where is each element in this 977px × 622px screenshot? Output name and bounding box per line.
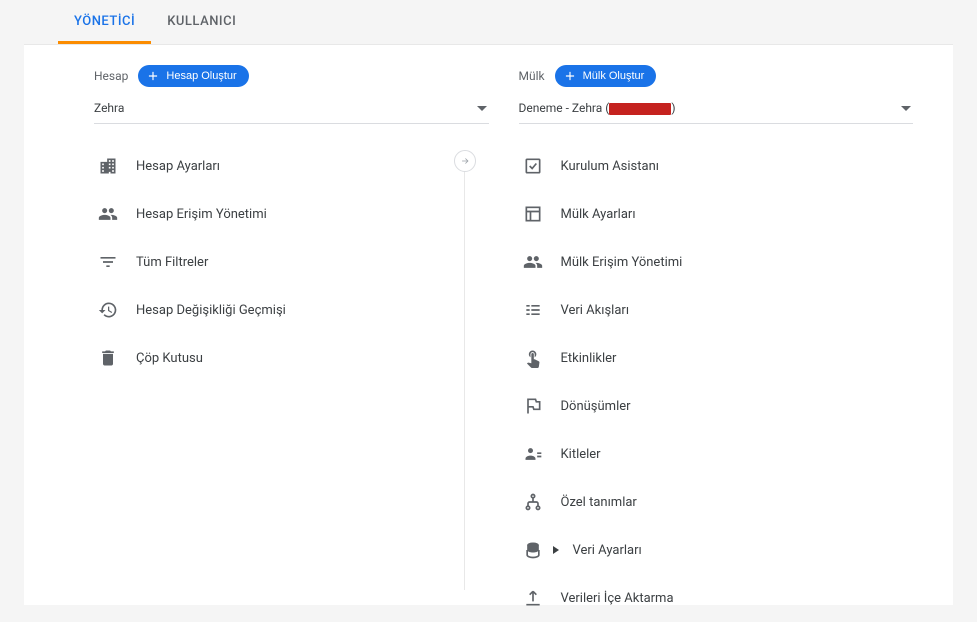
account-menu: Hesap Ayarları Hesap Erişim Yönetimi Tüm…	[94, 142, 489, 382]
menu-label: Etkinlikler	[561, 351, 617, 366]
layout-icon	[523, 204, 543, 224]
caret-down-icon	[477, 106, 487, 111]
events-item[interactable]: Etkinlikler	[519, 334, 914, 382]
menu-label: Kitleler	[561, 447, 601, 462]
filter-icon	[98, 252, 118, 272]
account-label: Hesap	[94, 69, 128, 83]
tab-bar: YÖNETİCİ KULLANICI	[24, 0, 953, 45]
menu-label: Kurulum Asistanı	[561, 159, 659, 174]
account-header: Hesap Hesap Oluştur	[94, 65, 489, 87]
main-panel: Hesap Hesap Oluştur Zehra Hesap Ayarları	[24, 45, 953, 605]
checkbox-icon	[523, 156, 543, 176]
property-selected-suffix: )	[671, 101, 675, 115]
menu-label: Hesap Erişim Yönetimi	[136, 207, 267, 222]
audiences-item[interactable]: Kitleler	[519, 430, 914, 478]
plus-icon	[563, 69, 577, 83]
custom-definitions-item[interactable]: Özel tanımlar	[519, 478, 914, 526]
menu-label: Dönüşümler	[561, 399, 631, 414]
menu-label: Verileri İçe Aktarma	[561, 591, 674, 606]
history-icon	[98, 300, 118, 320]
hierarchy-icon	[523, 492, 543, 512]
trash-item[interactable]: Çöp Kutusu	[94, 334, 489, 382]
account-column: Hesap Hesap Oluştur Zehra Hesap Ayarları	[94, 65, 489, 605]
audience-icon	[523, 444, 543, 464]
admin-page: YÖNETİCİ KULLANICI Hesap Hesap Oluştur Z…	[0, 0, 977, 601]
data-import-item[interactable]: Verileri İçe Aktarma	[519, 574, 914, 622]
people-icon	[98, 204, 118, 224]
account-selected: Zehra	[94, 101, 124, 115]
property-header: Mülk Mülk Oluştur	[519, 65, 914, 87]
upload-icon	[523, 588, 543, 608]
property-selector[interactable]: Deneme - Zehra ()	[519, 95, 914, 124]
data-settings-item[interactable]: Veri Ayarları	[519, 526, 914, 574]
menu-label: Mülk Ayarları	[561, 207, 636, 222]
property-settings-item[interactable]: Mülk Ayarları	[519, 190, 914, 238]
account-selector[interactable]: Zehra	[94, 95, 489, 124]
change-history-item[interactable]: Hesap Değişikliği Geçmişi	[94, 286, 489, 334]
plus-icon	[146, 69, 160, 83]
menu-label: Hesap Ayarları	[136, 159, 220, 174]
create-account-label: Hesap Oluştur	[166, 70, 236, 82]
data-streams-item[interactable]: Veri Akışları	[519, 286, 914, 334]
menu-label: Hesap Değişikliği Geçmişi	[136, 303, 286, 318]
menu-label: Mülk Erişim Yönetimi	[561, 255, 683, 270]
create-property-label: Mülk Oluştur	[583, 70, 645, 82]
tab-admin[interactable]: YÖNETİCİ	[58, 0, 151, 44]
trash-icon	[98, 348, 118, 368]
menu-label: Özel tanımlar	[561, 495, 637, 510]
redacted-id	[609, 103, 671, 115]
flag-icon	[523, 396, 543, 416]
touch-icon	[523, 348, 543, 368]
expand-arrow-icon	[553, 546, 559, 554]
property-selected-prefix: Deneme - Zehra (	[519, 101, 610, 115]
property-menu: Kurulum Asistanı Mülk Ayarları Mülk Eriş…	[519, 142, 914, 622]
property-label: Mülk	[519, 69, 545, 83]
divider-arrow-button[interactable]	[454, 150, 476, 172]
property-selected: Deneme - Zehra ()	[519, 101, 676, 115]
streams-icon	[523, 300, 543, 320]
menu-label: Tüm Filtreler	[136, 255, 208, 270]
account-settings-item[interactable]: Hesap Ayarları	[94, 142, 489, 190]
account-access-item[interactable]: Hesap Erişim Yönetimi	[94, 190, 489, 238]
create-property-button[interactable]: Mülk Oluştur	[555, 65, 657, 87]
building-icon	[98, 156, 118, 176]
property-access-item[interactable]: Mülk Erişim Yönetimi	[519, 238, 914, 286]
menu-label: Veri Akışları	[561, 303, 630, 318]
property-column: Mülk Mülk Oluştur Deneme - Zehra () Kuru	[489, 65, 914, 605]
database-icon	[523, 540, 543, 560]
create-account-button[interactable]: Hesap Oluştur	[138, 65, 248, 87]
arrow-right-icon	[460, 156, 470, 166]
setup-assistant-item[interactable]: Kurulum Asistanı	[519, 142, 914, 190]
menu-label: Veri Ayarları	[573, 543, 642, 558]
conversions-item[interactable]: Dönüşümler	[519, 382, 914, 430]
menu-label: Çöp Kutusu	[136, 351, 203, 366]
tab-user[interactable]: KULLANICI	[151, 0, 252, 44]
caret-down-icon	[901, 106, 911, 111]
all-filters-item[interactable]: Tüm Filtreler	[94, 238, 489, 286]
people-icon	[523, 252, 543, 272]
